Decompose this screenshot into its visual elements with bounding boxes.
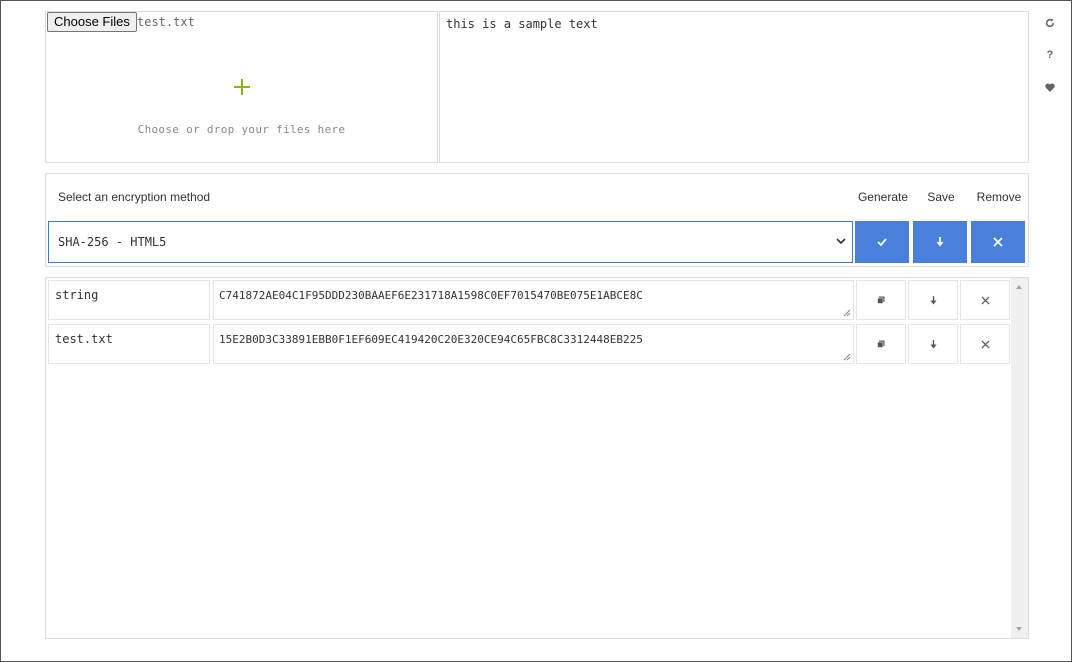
- drop-hint: Choose or drop your files here: [137, 123, 346, 136]
- result-hash[interactable]: C741872AE04C1F95DDD230BAAEF6E231718A1598…: [213, 280, 854, 320]
- encryption-method-select[interactable]: SHA-256 - HTML5: [48, 221, 853, 263]
- result-hash[interactable]: 15E2B0D3C33891EBB0F1EF609EC419420C20E320…: [213, 324, 854, 364]
- result-hash-value: 15E2B0D3C33891EBB0F1EF609EC419420C20E320…: [219, 333, 643, 346]
- scroll-up-arrow-icon[interactable]: [1016, 285, 1022, 289]
- result-row: string C741872AE04C1F95DDD230BAAEF6E2317…: [48, 280, 1010, 320]
- result-name: string: [48, 280, 210, 320]
- download-icon: [929, 295, 937, 304]
- scroll-down-arrow-icon[interactable]: [1016, 627, 1022, 631]
- download-button[interactable]: [908, 324, 958, 364]
- generate-button[interactable]: [855, 221, 909, 263]
- results-scrollbar[interactable]: [1011, 278, 1028, 638]
- chevron-down-icon: [836, 238, 846, 245]
- generate-label: Generate: [857, 190, 909, 204]
- close-icon: [980, 339, 990, 349]
- resize-grip-icon[interactable]: [843, 353, 851, 361]
- selected-method: SHA-256 - HTML5: [58, 235, 167, 249]
- help-icon[interactable]: ?: [1043, 48, 1057, 62]
- choose-files-button[interactable]: Choose Files: [47, 12, 137, 32]
- resize-grip-icon[interactable]: [843, 309, 851, 317]
- download-button[interactable]: [908, 280, 958, 320]
- download-icon: [929, 339, 937, 348]
- check-icon: [877, 238, 887, 246]
- method-label: Select an encryption method: [58, 190, 211, 204]
- save-label: Save: [927, 190, 955, 204]
- plus-icon[interactable]: [234, 79, 250, 95]
- text-input[interactable]: [439, 11, 1029, 163]
- file-drop-zone[interactable]: Choose Files test.txt Choose or drop you…: [45, 11, 438, 163]
- copy-icon: [877, 340, 885, 348]
- close-icon: [980, 295, 990, 305]
- copy-button[interactable]: [856, 324, 906, 364]
- selected-file-name: test.txt: [137, 15, 195, 29]
- remove-label: Remove: [976, 190, 1022, 204]
- remove-button[interactable]: [971, 221, 1025, 263]
- result-row: test.txt 15E2B0D3C33891EBB0F1EF609EC4194…: [48, 324, 1010, 364]
- heart-icon[interactable]: [1043, 80, 1057, 94]
- result-hash-value: C741872AE04C1F95DDD230BAAEF6E231718A1598…: [219, 289, 643, 302]
- copy-icon: [877, 296, 885, 304]
- method-panel: Select an encryption method Generate Sav…: [45, 173, 1029, 267]
- save-button[interactable]: [913, 221, 967, 263]
- result-name: test.txt: [48, 324, 210, 364]
- download-icon: [936, 237, 944, 247]
- close-icon: [993, 237, 1003, 247]
- refresh-icon[interactable]: [1043, 16, 1057, 30]
- delete-button[interactable]: [960, 324, 1010, 364]
- results-list: string C741872AE04C1F95DDD230BAAEF6E2317…: [45, 277, 1029, 639]
- delete-button[interactable]: [960, 280, 1010, 320]
- copy-button[interactable]: [856, 280, 906, 320]
